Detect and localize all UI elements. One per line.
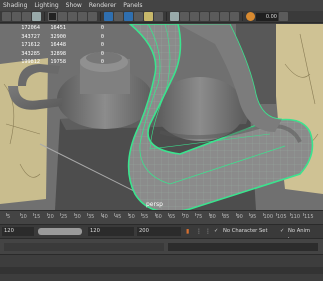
time-tick-label: 5: [7, 214, 11, 220]
menu-lighting[interactable]: Lighting: [34, 2, 58, 9]
shadows-icon[interactable]: [154, 12, 163, 21]
time-tick-label: 85: [223, 214, 230, 220]
image-plane-icon[interactable]: [32, 12, 41, 21]
time-tick-label: 35: [88, 214, 95, 220]
hud-row: 343285 32898 0: [21, 50, 104, 57]
time-tick-label: 65: [169, 214, 176, 220]
smooth-shade-icon[interactable]: [114, 12, 123, 21]
toolbar-divider: [242, 12, 243, 21]
toolbar-divider: [100, 12, 101, 21]
time-tick-label: 115: [304, 214, 314, 220]
isolate-icon[interactable]: [170, 12, 179, 21]
perspective-viewport[interactable]: 172064 16451 0 343727 32900 0 171612 164…: [0, 24, 323, 210]
time-tick-label: 105: [277, 214, 287, 220]
wireframe-icon[interactable]: [104, 12, 113, 21]
time-tick-label: 60: [155, 214, 162, 220]
resolution-gate-icon[interactable]: [68, 12, 77, 21]
character-set-menu[interactable]: No Character Set: [223, 227, 267, 236]
toolbar-divider: [44, 12, 45, 21]
exposure-icon[interactable]: [246, 12, 255, 21]
textured-icon[interactable]: [134, 12, 143, 21]
time-tick-label: 30: [74, 214, 81, 220]
hud-row: 171612 16448 0: [21, 42, 104, 49]
camera-attributes-icon[interactable]: [22, 12, 31, 21]
command-output: [168, 243, 318, 251]
depth-of-field-icon[interactable]: [230, 12, 239, 21]
range-end-field[interactable]: 120: [88, 227, 134, 236]
range-slider-handle[interactable]: [38, 228, 82, 235]
exposure-field[interactable]: 0.00: [256, 12, 278, 21]
anim-end-field[interactable]: 200: [137, 227, 181, 236]
gamma-icon[interactable]: [279, 12, 288, 21]
time-slider-ticks: 5 10 15 20 25 30 35 40 45 50 55 60 65 70 75 80 85 90 95 100…: [0, 213, 323, 222]
help-line-bar: [0, 267, 323, 274]
grid-icon[interactable]: [48, 12, 57, 21]
time-tick-label: 80: [209, 214, 216, 220]
time-tick-label: 55: [142, 214, 149, 220]
time-tick-label: 90: [236, 214, 243, 220]
poly-count-hud: 172064 16451 0 343727 32900 0 171612 164…: [0, 24, 120, 69]
bookmark-icon[interactable]: [12, 12, 21, 21]
gate-mask-icon[interactable]: [78, 12, 87, 21]
menu-renderer[interactable]: Renderer: [89, 2, 116, 9]
menu-panels[interactable]: Panels: [123, 2, 142, 9]
camera-icon[interactable]: [2, 12, 11, 21]
time-tick-label: 110: [290, 214, 301, 220]
time-tick-label: 75: [196, 214, 203, 220]
auto-key-icon[interactable]: ▮: [186, 228, 189, 235]
command-line: [0, 238, 323, 254]
viewport-menu-bar: Shading Lighting Show Renderer Panels: [0, 0, 323, 11]
key-options-icon[interactable]: ⋮: [196, 228, 202, 235]
time-tick-label: 15: [34, 214, 41, 220]
time-slider[interactable]: 5 10 15 20 25 30 35 40 45 50 55 60 65 70 75 80 85 90 95 100…: [0, 210, 323, 224]
range-start-field[interactable]: 120: [2, 227, 34, 236]
camera-label: persp: [146, 201, 163, 208]
range-slider-bar: 120 120 200 ▮ ⋮ ⋮ ✓ No Character Set ✓ N…: [0, 224, 323, 243]
time-tick-label: 95: [250, 214, 257, 220]
anti-alias-icon[interactable]: [220, 12, 229, 21]
time-tick-label: 100: [263, 214, 274, 220]
time-tick-label: 70: [182, 214, 189, 220]
anim-layer-icon[interactable]: ✓: [280, 227, 284, 236]
toolbar-divider: [166, 12, 167, 21]
film-gate-icon[interactable]: [58, 12, 67, 21]
xray-icon[interactable]: [180, 12, 189, 21]
time-tick-label: 45: [115, 214, 122, 220]
menu-shading[interactable]: Shading: [3, 2, 27, 9]
viewport-toolbar: 0.00: [0, 11, 323, 23]
menu-show[interactable]: Show: [66, 2, 82, 9]
playback-options-icon[interactable]: ⋮: [205, 228, 211, 235]
hud-row: 343727 32900 0: [21, 33, 104, 40]
time-tick-label: 50: [128, 214, 135, 220]
time-tick-label: 10: [20, 214, 27, 220]
hud-row: 199812 19758 0: [21, 59, 104, 66]
time-tick-label: 40: [101, 214, 108, 220]
lights-icon[interactable]: [144, 12, 153, 21]
time-tick-label: 20: [47, 214, 54, 220]
ambient-occlusion-icon[interactable]: [200, 12, 209, 21]
command-input[interactable]: [4, 243, 164, 251]
wireframe-on-shaded-icon[interactable]: [124, 12, 133, 21]
anim-layer-menu[interactable]: No Anim Layer: [288, 227, 323, 243]
help-line: [0, 254, 323, 281]
hud-row: 172064 16451 0: [21, 25, 104, 31]
field-chart-icon[interactable]: [88, 12, 97, 21]
character-set-icon[interactable]: ✓: [214, 227, 218, 236]
time-tick-label: 25: [61, 214, 68, 220]
xray-joints-icon[interactable]: [190, 12, 199, 21]
motion-blur-icon[interactable]: [210, 12, 219, 21]
